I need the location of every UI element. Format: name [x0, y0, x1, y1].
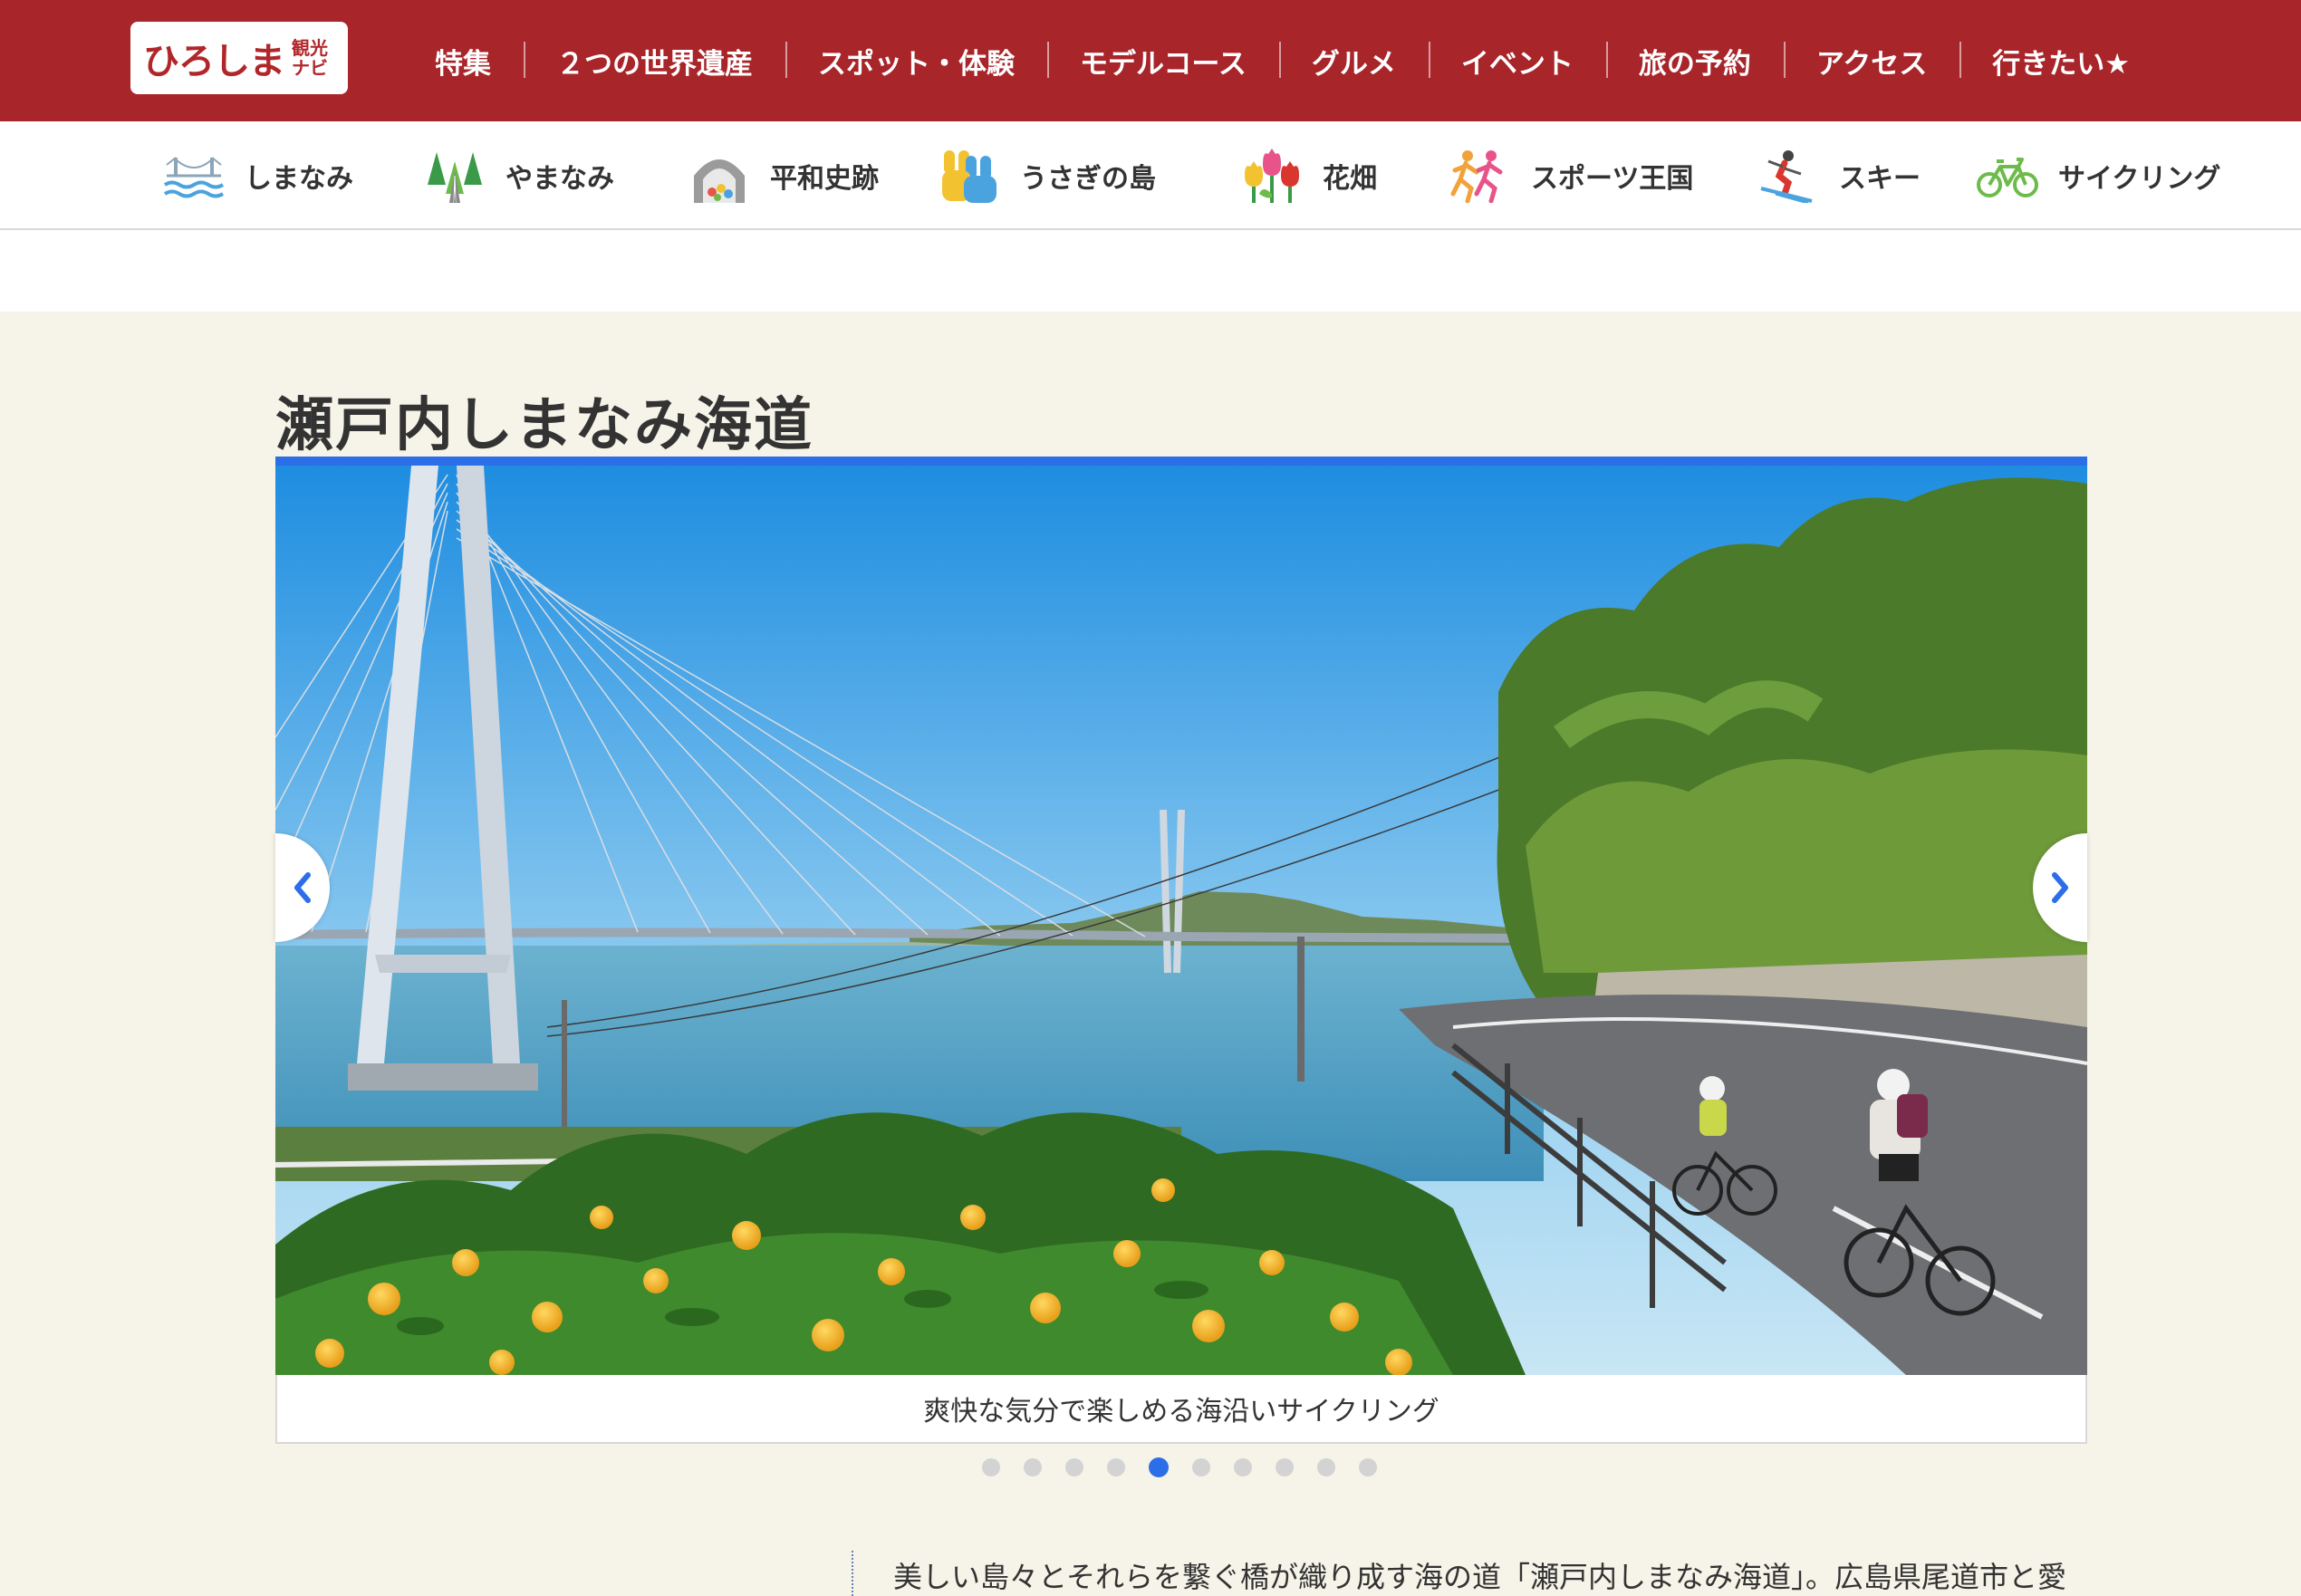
section-title: 瀬戸内しまなみ海道: [275, 392, 814, 459]
logo-sub-text: 観光 ナビ: [292, 38, 328, 78]
slide-caption: 爽快な気分で楽しめる海沿いサイクリング: [275, 1375, 2087, 1444]
logo-sub-line-2: ナビ: [292, 57, 328, 79]
tulip-icon: [1241, 148, 1303, 204]
slider-dot[interactable]: [1024, 1458, 1042, 1476]
slider-dot[interactable]: [1107, 1458, 1125, 1476]
skier-icon: [1757, 148, 1819, 204]
category-rabbit-island[interactable]: うさぎの島: [939, 121, 1156, 230]
logo-sub-line-1: 観光: [292, 37, 328, 59]
category-label: やまなみ: [505, 163, 614, 195]
trees-icon: [424, 148, 486, 204]
nav-item-wishlist[interactable]: 行きたい★: [1959, 0, 2162, 121]
slider-accent-line: [275, 457, 2087, 466]
rabbit-icon: [939, 148, 1000, 204]
slider-dot[interactable]: [1234, 1458, 1252, 1476]
category-label: 平和史跡: [770, 163, 879, 195]
slider-dot-active[interactable]: [1149, 1457, 1169, 1477]
logo-main-text: ひろしま: [143, 41, 285, 82]
nav-item-access[interactable]: アクセス: [1783, 0, 1959, 121]
category-label: 花畑: [1323, 163, 1377, 195]
category-ski[interactable]: スキー: [1757, 121, 1921, 230]
nav-item-spots[interactable]: スポット・体験: [785, 0, 1047, 121]
chevron-right-icon: [2052, 872, 2068, 903]
category-sports[interactable]: スポーツ王国: [1449, 121, 1693, 230]
category-label: うさぎの島: [1020, 163, 1156, 195]
chevron-left-icon: [294, 872, 311, 903]
nav-item-feature[interactable]: 特集: [402, 0, 524, 121]
category-shimanami[interactable]: しまなみ: [163, 121, 353, 230]
bridge-icon: [163, 148, 225, 204]
category-yamanami[interactable]: やまなみ: [424, 121, 614, 230]
slider-dot[interactable]: [1192, 1458, 1210, 1476]
category-peace-sites[interactable]: 平和史跡: [688, 121, 879, 230]
nav-item-world-heritage[interactable]: ２つの世界遺産: [524, 0, 785, 121]
category-bar: しまなみ やまなみ 平和史跡 うさぎの島 花畑 スポーツ王国 スキー サイクリン…: [0, 121, 2301, 230]
body-divider: [852, 1551, 853, 1596]
main-nav: 特集 ２つの世界遺産 スポット・体験 モデルコース グルメ イベント 旅の予約 …: [402, 0, 2162, 121]
image-slider: 爽快な気分で楽しめる海沿いサイクリング: [275, 457, 2087, 1444]
category-cycling[interactable]: サイクリング: [1977, 121, 2220, 230]
category-label: スキー: [1839, 163, 1921, 195]
slide-photo: [275, 466, 2087, 1375]
category-label: しまなみ: [245, 163, 353, 195]
bicycle-icon: [1977, 148, 2038, 204]
slider-dot[interactable]: [982, 1458, 1000, 1476]
nav-item-model-course[interactable]: モデルコース: [1047, 0, 1279, 121]
intro-paragraph: 美しい島々とそれらを繋ぐ橋が織り成す海の道「瀬戸内しまなみ海道」。広島県尾道市と…: [893, 1560, 2067, 1594]
nav-item-event[interactable]: イベント: [1428, 0, 1606, 121]
spacer-band: [0, 230, 2301, 312]
nav-item-booking[interactable]: 旅の予約: [1605, 0, 1784, 121]
site-logo[interactable]: ひろしま 観光 ナビ: [130, 22, 348, 94]
category-flower-fields[interactable]: 花畑: [1241, 121, 1377, 230]
top-header: ひろしま 観光 ナビ 特集 ２つの世界遺産 スポット・体験 モデルコース グルメ…: [0, 0, 2301, 121]
category-label: スポーツ王国: [1531, 163, 1694, 195]
slider-dot[interactable]: [1317, 1458, 1335, 1476]
category-label: サイクリング: [2058, 163, 2221, 195]
peace-dome-icon: [688, 148, 750, 204]
slider-dot[interactable]: [1276, 1458, 1294, 1476]
bridge-cycling-photo: [275, 466, 2087, 1375]
slider-dot[interactable]: [1359, 1458, 1377, 1476]
slider-pagination: [982, 1457, 1377, 1477]
slider-dot[interactable]: [1065, 1458, 1083, 1476]
nav-item-gourmet[interactable]: グルメ: [1278, 0, 1429, 121]
runners-icon: [1449, 148, 1511, 204]
